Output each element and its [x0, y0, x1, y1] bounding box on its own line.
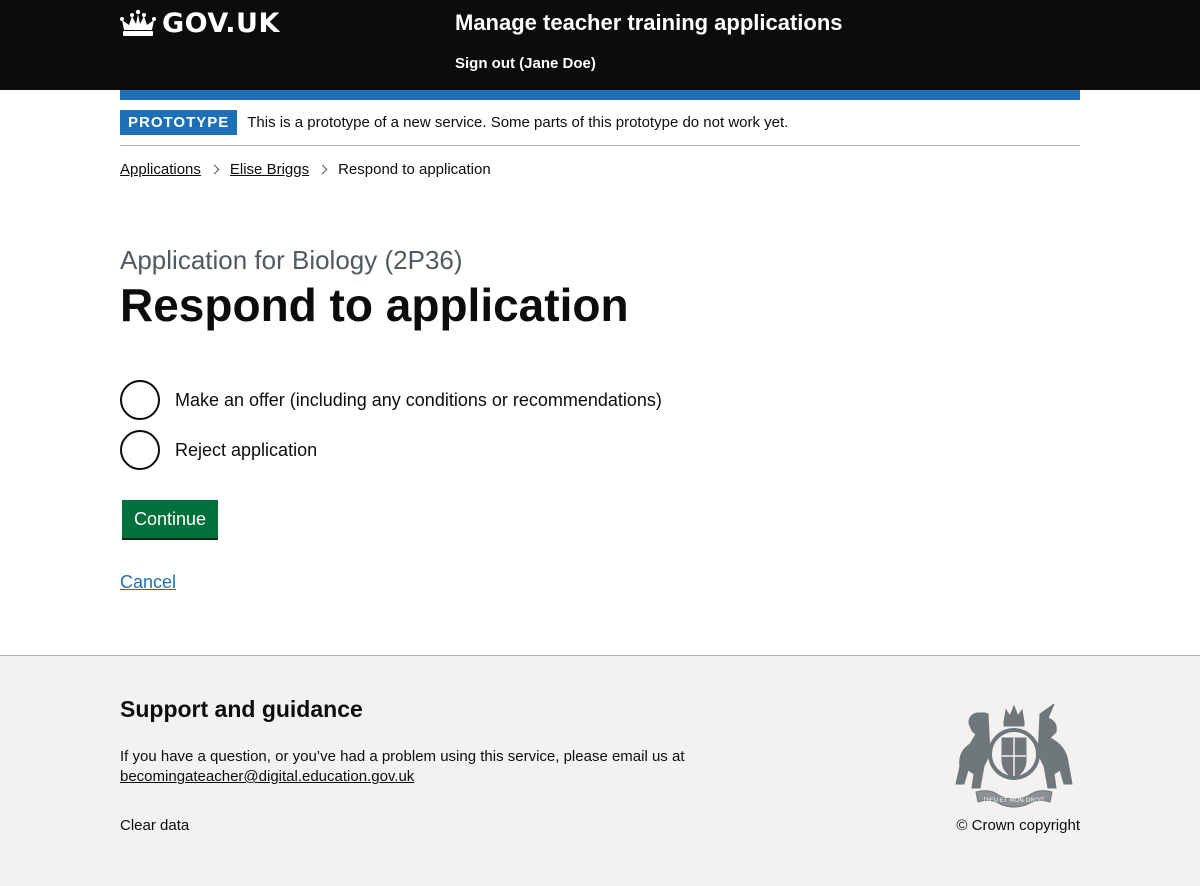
govuk-logo-text: GOV.UK	[162, 8, 280, 39]
radio-option-make-offer[interactable]: Make an offer (including any conditions …	[120, 380, 662, 420]
page-caption: Application for Biology (2P36)	[120, 245, 463, 275]
breadcrumb-applications[interactable]: Applications	[120, 161, 201, 178]
radio-button[interactable]	[120, 380, 160, 420]
phase-banner: PROTOTYPE This is a prototype of a new s…	[120, 110, 1080, 146]
page-title: Respond to application	[120, 279, 629, 331]
breadcrumb: Applications Elise Briggs Respond to app…	[120, 161, 491, 178]
continue-button[interactable]: Continue	[122, 500, 219, 538]
chevron-right-icon	[317, 164, 328, 175]
chevron-right-icon	[209, 164, 220, 175]
radio-button[interactable]	[120, 430, 160, 470]
footer-title: Support and guidance	[120, 696, 363, 722]
royal-coat-of-arms-icon: DIEU ET MON DROIT	[955, 704, 1073, 808]
service-name-link[interactable]: Manage teacher training applications	[455, 10, 843, 36]
site-footer: Support and guidance If you have a quest…	[0, 655, 1200, 886]
footer-support-text: If you have a question, or you’ve had a …	[120, 747, 685, 787]
header-blue-bar	[120, 90, 1080, 100]
radio-option-reject[interactable]: Reject application	[120, 430, 317, 470]
radio-label[interactable]: Make an offer (including any conditions …	[175, 390, 662, 411]
crown-copyright-link[interactable]: © Crown copyright	[956, 817, 1080, 834]
cancel-link[interactable]: Cancel	[120, 572, 176, 593]
breadcrumb-current: Respond to application	[338, 161, 491, 178]
phase-tag: PROTOTYPE	[120, 110, 238, 135]
clear-data-link[interactable]: Clear data	[120, 817, 189, 834]
govuk-logo-link[interactable]: GOV.UK	[120, 8, 280, 39]
site-header: GOV.UK Manage teacher training applicati…	[0, 0, 1200, 90]
crown-icon	[120, 9, 156, 36]
phase-banner-text: This is a prototype of a new service. So…	[247, 114, 789, 131]
sign-out-link[interactable]: Sign out (Jane Doe)	[455, 55, 596, 72]
breadcrumb-elise-briggs[interactable]: Elise Briggs	[230, 161, 309, 178]
radio-label[interactable]: Reject application	[175, 440, 317, 461]
support-email-link[interactable]: becomingateacher@digital.education.gov.u…	[120, 768, 414, 785]
footer-support-message: If you have a question, or you’ve had a …	[120, 748, 685, 765]
crest-motto: DIEU ET MON DROIT	[983, 797, 1044, 804]
